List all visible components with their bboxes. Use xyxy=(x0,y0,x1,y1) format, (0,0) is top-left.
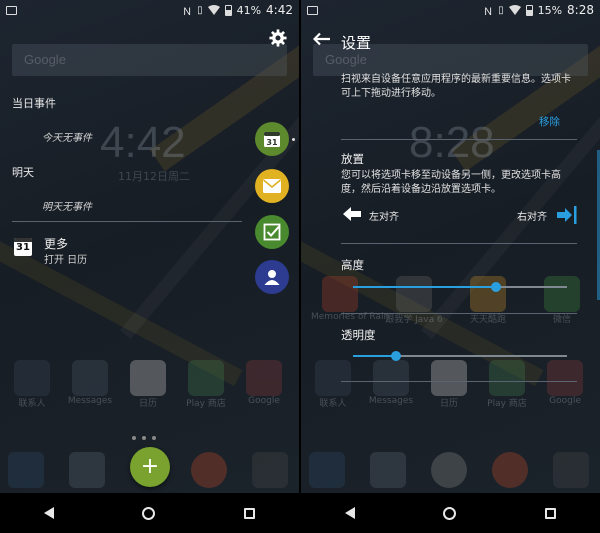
align-left-arrow-icon[interactable] xyxy=(343,206,361,222)
wifi-icon xyxy=(508,5,521,15)
height-heading: 高度 xyxy=(341,258,364,272)
placement-description: 您可以将选项卡移至动设备另一侧，更改选项卡高度，然后沿着设备边沿放置选项卡。 xyxy=(341,170,561,195)
active-tab-indicator xyxy=(292,138,295,141)
ghost-app-row: 联系人 Messages 日历 Play 商店 Google xyxy=(309,360,589,409)
calendar-tab-button[interactable]: 31 xyxy=(255,122,289,156)
divider xyxy=(341,139,577,140)
battery-icon xyxy=(525,4,533,16)
left-phone-screen: Ｎ ▯ 41% 4:42 Google 4:42 11月12日周二 联系人 Me… xyxy=(0,0,299,533)
nfc-icon: Ｎ xyxy=(182,6,193,18)
checkbox-icon xyxy=(263,223,281,241)
calendar-icon: 31 xyxy=(264,132,280,147)
divider xyxy=(341,381,577,382)
status-time: 4:42 xyxy=(266,3,293,17)
tasks-tab-button[interactable] xyxy=(255,215,289,249)
ghost-app-row: Memories of Rain 跟我学 Java 6 天天酷跑 微信 xyxy=(311,276,591,325)
tomorrow-header: 明天 xyxy=(12,166,34,179)
navigation-bar xyxy=(301,493,600,533)
ghost-app: Google xyxy=(240,360,288,409)
placement-heading: 放置 xyxy=(341,152,364,166)
right-phone-screen: Ｎ ▯ 15% 8:28 Google 8:28 Memories of Rai… xyxy=(301,0,600,533)
battery-percent: 41% xyxy=(236,3,262,17)
recents-icon[interactable] xyxy=(544,507,556,519)
ghost-chrome-icon xyxy=(191,452,227,488)
battery-percent: 15% xyxy=(537,3,563,17)
contacts-tab-button[interactable] xyxy=(255,260,289,294)
tomorrow-empty-text: 明天无事件 xyxy=(42,202,92,213)
ghost-clock: 8:28 xyxy=(409,118,495,167)
ghost-clock-widget: 8:28 xyxy=(409,118,495,168)
ghost-phone-icon xyxy=(8,452,44,488)
opacity-slider[interactable] xyxy=(353,351,567,361)
add-button[interactable]: + xyxy=(130,447,170,487)
navigation-bar xyxy=(0,493,299,533)
ghost-app: Play 商店 xyxy=(182,360,230,409)
align-right-arrow-icon[interactable] xyxy=(557,206,577,224)
open-calendar-link[interactable]: 打开 日历 xyxy=(44,251,87,266)
home-icon[interactable] xyxy=(443,506,457,520)
ghost-google-search: Google xyxy=(12,44,287,76)
vibrate-icon: ▯ xyxy=(498,4,504,16)
align-right-label[interactable]: 右对齐 xyxy=(517,208,547,223)
recents-icon[interactable] xyxy=(243,507,255,519)
ghost-search-text: Google xyxy=(24,52,66,67)
svg-text:31: 31 xyxy=(266,138,278,147)
ghost-search-text: Google xyxy=(325,52,367,67)
battery-icon xyxy=(224,4,232,16)
divider xyxy=(12,221,242,222)
email-tab-button[interactable] xyxy=(255,169,289,203)
ghost-app-row: 联系人 Messages 日历 Play 商店 Google xyxy=(8,360,288,409)
back-icon[interactable] xyxy=(345,507,356,519)
opacity-slider-fill xyxy=(353,355,396,357)
align-left-label[interactable]: 左对齐 xyxy=(369,208,399,223)
back-icon[interactable] xyxy=(44,507,55,519)
divider xyxy=(341,243,577,244)
mail-icon xyxy=(262,179,282,193)
status-bar: Ｎ ▯ 15% 8:28 xyxy=(301,0,600,20)
home-icon[interactable] xyxy=(142,506,156,520)
image-notification-icon xyxy=(6,5,17,15)
more-title: 更多 xyxy=(44,237,69,251)
divider xyxy=(341,313,577,314)
nfc-icon: Ｎ xyxy=(483,6,494,18)
calendar-app-icon: 31 xyxy=(14,238,32,256)
vibrate-icon: ▯ xyxy=(197,4,203,16)
ghost-app: Messages xyxy=(66,360,114,409)
remove-link[interactable]: 移除 xyxy=(539,114,560,129)
gear-icon[interactable] xyxy=(269,29,287,47)
image-notification-icon xyxy=(307,5,318,15)
ghost-clock: 4:42 xyxy=(100,118,186,167)
back-arrow-icon[interactable] xyxy=(313,32,331,46)
today-header: 当日事件 xyxy=(12,97,56,110)
ghost-app: 日历 xyxy=(124,360,172,409)
ghost-camera-icon xyxy=(252,452,288,488)
status-time: 8:28 xyxy=(567,3,594,17)
settings-intro: 扫视来自设备任意应用程序的最新重要信息。选项卡可上下拖动进行移动。 xyxy=(341,74,571,99)
height-slider-fill xyxy=(353,286,497,288)
person-icon xyxy=(264,270,280,285)
today-empty-text: 今天无事件 xyxy=(42,133,92,144)
ghost-date: 11月12日周二 xyxy=(118,170,190,183)
status-bar: Ｎ ▯ 41% 4:42 xyxy=(0,0,299,20)
page-dots xyxy=(132,436,156,440)
height-slider[interactable] xyxy=(353,282,567,292)
ghost-clock-widget: 4:42 11月12日周二 xyxy=(100,118,190,184)
ghost-dock xyxy=(309,452,589,488)
ghost-app: 联系人 xyxy=(8,360,56,409)
wifi-icon xyxy=(207,5,220,15)
opacity-slider-thumb[interactable] xyxy=(390,351,401,361)
opacity-heading: 透明度 xyxy=(341,328,376,342)
ghost-mail-icon xyxy=(69,452,105,488)
settings-title: 设置 xyxy=(341,34,372,52)
